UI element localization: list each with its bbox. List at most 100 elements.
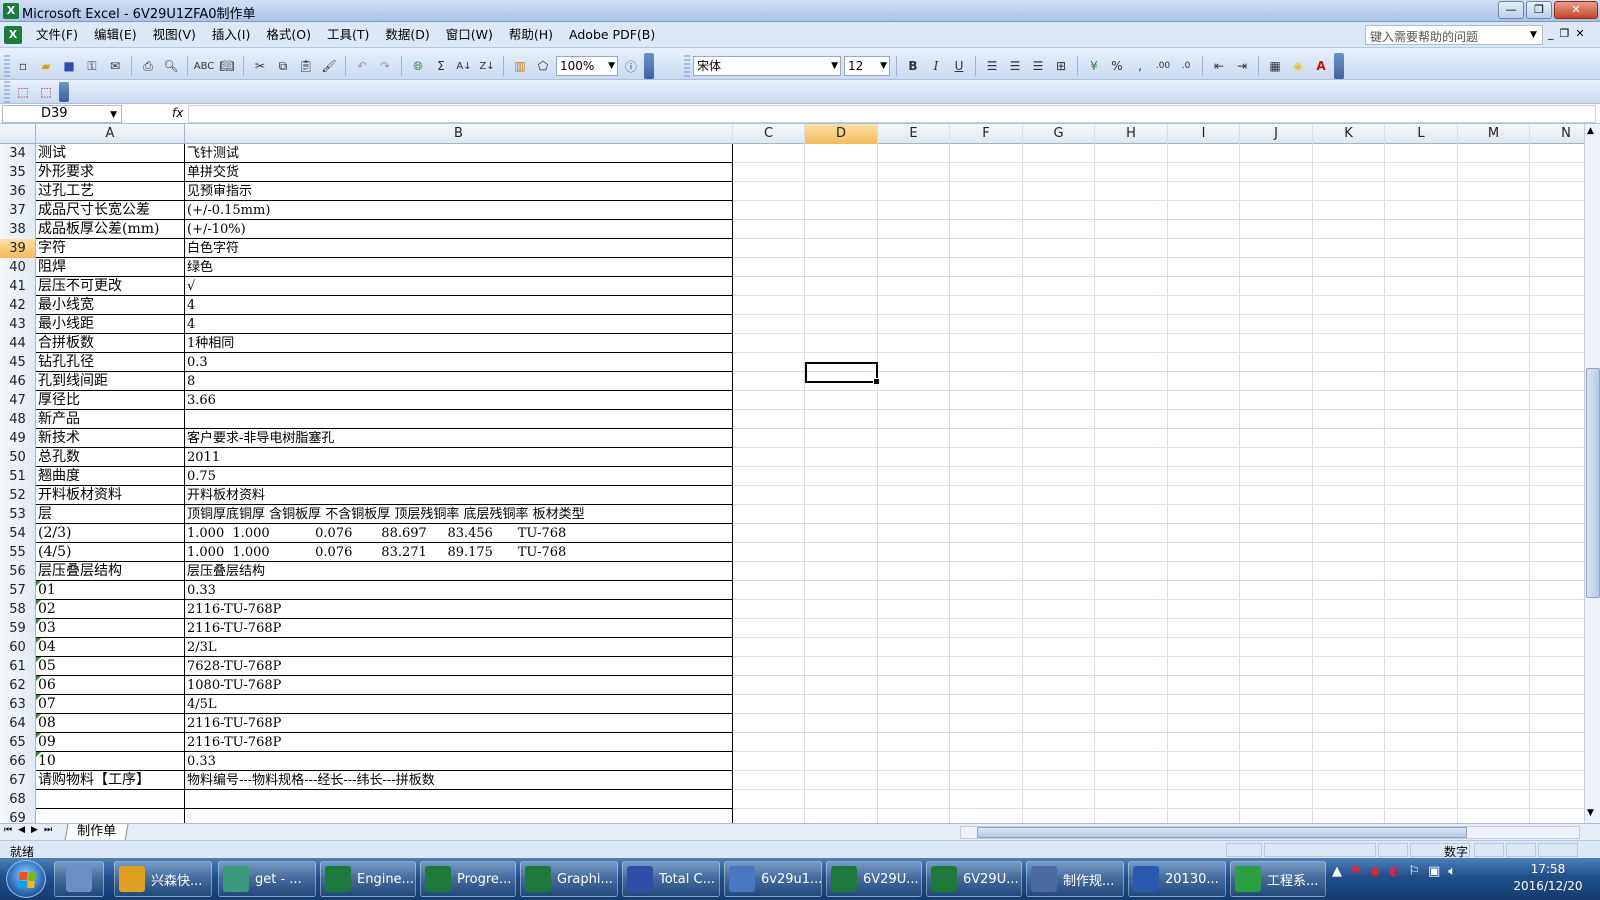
toolbar-grip[interactable] bbox=[4, 55, 10, 77]
error-indicator-icon[interactable] bbox=[36, 581, 41, 586]
row-header[interactable]: 48 bbox=[0, 410, 36, 429]
menu-item[interactable]: 数据(D) bbox=[377, 27, 437, 43]
row-header[interactable]: 58 bbox=[0, 600, 36, 619]
taskbar-item[interactable]: 6V29U... bbox=[826, 861, 922, 897]
restore-button[interactable]: ❐ bbox=[1526, 1, 1552, 19]
row-header[interactable]: 60 bbox=[0, 638, 36, 657]
toolbar-grip[interactable] bbox=[4, 81, 10, 103]
sheet-tab[interactable]: 制作单 bbox=[64, 824, 129, 841]
row-header[interactable]: 64 bbox=[0, 714, 36, 733]
cell-b[interactable]: 顶铜厚底铜厚 含铜板厚 不含铜板厚 顶层残铜率 底层残铜率 板材类型 bbox=[185, 505, 733, 524]
cell-a[interactable]: 新技术 bbox=[36, 429, 185, 448]
row-header[interactable]: 67 bbox=[0, 771, 36, 790]
underline-button[interactable]: U bbox=[949, 56, 969, 76]
convert-to-pdf-icon[interactable]: ⬚ bbox=[13, 82, 33, 102]
cell-a[interactable]: 外形要求 bbox=[36, 163, 185, 182]
sort-descending-icon[interactable]: Z↓ bbox=[477, 56, 497, 76]
cell-b[interactable]: 0.75 bbox=[185, 467, 733, 486]
cell-a[interactable]: 过孔工艺 bbox=[36, 182, 185, 201]
redo-icon[interactable]: ↷ bbox=[375, 56, 395, 76]
row-header[interactable]: 41 bbox=[0, 277, 36, 296]
volume-icon[interactable]: 🔈︎ bbox=[1448, 864, 1456, 879]
selected-cell[interactable] bbox=[805, 362, 880, 385]
horizontal-scroll-thumb[interactable] bbox=[977, 827, 1467, 838]
row-header[interactable]: 43 bbox=[0, 315, 36, 334]
column-header-c[interactable]: C bbox=[733, 124, 805, 144]
insert-function-icon[interactable]: fx bbox=[172, 106, 183, 120]
column-header-a[interactable]: A bbox=[36, 124, 185, 144]
row-header[interactable]: 66 bbox=[0, 752, 36, 771]
font-name-select[interactable]: 宋体 ▼ bbox=[693, 56, 841, 76]
sheet-navigation[interactable]: ⏮◀▶⏭ bbox=[4, 825, 58, 835]
menu-item[interactable]: Adobe PDF(B) bbox=[561, 27, 663, 43]
doc-restore-button[interactable]: ❐ bbox=[1560, 27, 1570, 40]
row-header[interactable]: 65 bbox=[0, 733, 36, 752]
column-header-d[interactable]: D bbox=[805, 124, 878, 144]
close-button[interactable]: ✕ bbox=[1554, 1, 1598, 19]
format-painter-icon[interactable]: 🖌︎ bbox=[319, 56, 339, 76]
taskbar-item[interactable]: 制作规... bbox=[1026, 861, 1124, 897]
cell-a[interactable]: 字符 bbox=[36, 239, 185, 258]
cell-b[interactable] bbox=[185, 790, 733, 809]
row-header[interactable]: 34 bbox=[0, 144, 36, 163]
row-header[interactable]: 61 bbox=[0, 657, 36, 676]
borders-icon[interactable]: ▦ bbox=[1265, 56, 1285, 76]
paste-icon[interactable]: 📋︎ bbox=[296, 56, 316, 76]
error-indicator-icon[interactable] bbox=[36, 619, 41, 624]
column-header-n[interactable]: N bbox=[1530, 124, 1584, 144]
toolbar-options-button[interactable] bbox=[1334, 53, 1344, 79]
select-all-corner[interactable] bbox=[0, 124, 36, 144]
cell-a[interactable]: 合拼板数 bbox=[36, 334, 185, 353]
column-header-i[interactable]: I bbox=[1168, 124, 1240, 144]
tray-app-icon[interactable]: ⚑ bbox=[1350, 864, 1362, 879]
toolbar-grip[interactable] bbox=[684, 55, 690, 77]
taskbar-item[interactable]: 6V29U... bbox=[926, 861, 1022, 897]
action-center-icon[interactable]: ⚐ bbox=[1408, 864, 1420, 879]
horizontal-scrollbar[interactable] bbox=[960, 826, 1580, 839]
cell-b[interactable]: 见预审指示 bbox=[185, 182, 733, 201]
row-header[interactable]: 56 bbox=[0, 562, 36, 581]
drawing-icon[interactable]: ⬠ bbox=[533, 56, 553, 76]
cell-b[interactable]: 2/3L bbox=[185, 638, 733, 657]
cell-a[interactable]: 04 bbox=[36, 638, 185, 657]
cell-b[interactable]: 1080-TU-768P bbox=[185, 676, 733, 695]
cell-b[interactable]: 0.3 bbox=[185, 353, 733, 372]
align-center-icon[interactable]: ☰ bbox=[1005, 56, 1025, 76]
row-header[interactable]: 63 bbox=[0, 695, 36, 714]
error-indicator-icon[interactable] bbox=[36, 714, 41, 719]
row-header[interactable]: 42 bbox=[0, 296, 36, 315]
sort-ascending-icon[interactable]: A↓ bbox=[454, 56, 474, 76]
align-left-icon[interactable]: ☰ bbox=[982, 56, 1002, 76]
help-search-input[interactable]: 键入需要帮助的问题 bbox=[1365, 25, 1543, 45]
menu-item[interactable]: 视图(V) bbox=[145, 27, 204, 43]
cell-b[interactable]: 0.33 bbox=[185, 581, 733, 600]
workbook-icon[interactable]: X bbox=[4, 26, 22, 44]
error-indicator-icon[interactable] bbox=[36, 752, 41, 757]
error-indicator-icon[interactable] bbox=[36, 600, 41, 605]
menu-item[interactable]: 编辑(E) bbox=[86, 27, 145, 43]
comma-style-button[interactable]: , bbox=[1130, 56, 1150, 76]
show-hidden-icons-icon[interactable]: ▲ bbox=[1332, 864, 1342, 879]
cell-a[interactable]: 钻孔孔径 bbox=[36, 353, 185, 372]
menu-item[interactable]: 文件(F) bbox=[28, 27, 86, 43]
scroll-down-icon[interactable]: ▼ bbox=[1587, 808, 1594, 818]
cell-b[interactable]: 白色字符 bbox=[185, 239, 733, 258]
undo-icon[interactable]: ↶ bbox=[352, 56, 372, 76]
cell-a[interactable]: 10 bbox=[36, 752, 185, 771]
decrease-decimal-icon[interactable]: .0 bbox=[1176, 56, 1196, 76]
cell-a[interactable]: 翘曲度 bbox=[36, 467, 185, 486]
cell-b[interactable]: 飞针测试 bbox=[185, 144, 733, 163]
cell-a[interactable]: 层 bbox=[36, 505, 185, 524]
permission-icon[interactable]: ⚿ bbox=[82, 56, 102, 76]
row-header[interactable]: 59 bbox=[0, 619, 36, 638]
research-icon[interactable]: 📖︎ bbox=[217, 56, 237, 76]
cell-a[interactable]: 09 bbox=[36, 733, 185, 752]
cell-b[interactable]: 物料编号---物料规格---经长---纬长---拼板数 bbox=[185, 771, 733, 790]
cell-a[interactable]: 03 bbox=[36, 619, 185, 638]
error-indicator-icon[interactable] bbox=[36, 657, 41, 662]
row-header[interactable]: 69 bbox=[0, 809, 36, 823]
copy-icon[interactable]: ⧉ bbox=[273, 56, 293, 76]
cell-a[interactable]: 层压不可更改 bbox=[36, 277, 185, 296]
tray-app-icon[interactable]: ◉ bbox=[1370, 864, 1381, 879]
row-header[interactable]: 46 bbox=[0, 372, 36, 391]
